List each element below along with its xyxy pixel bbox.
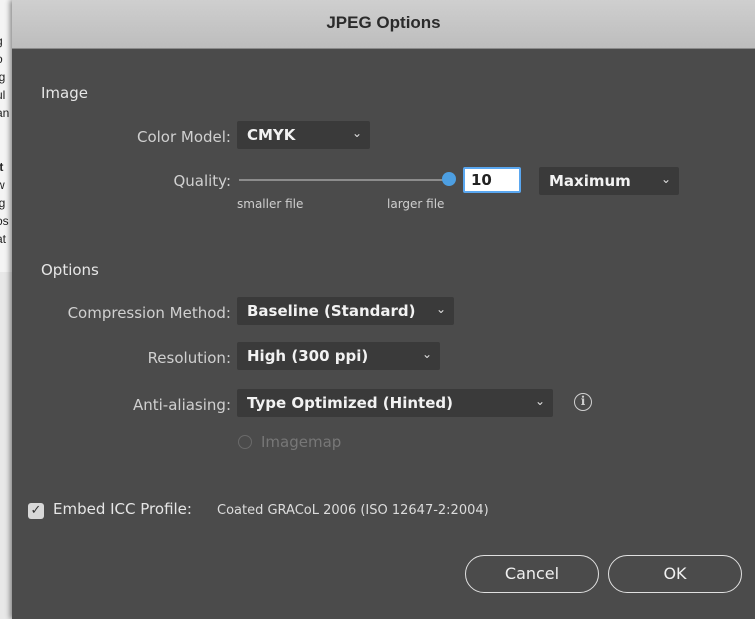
icc-profile-name: Coated GRACoL 2006 (ISO 12647-2:2004): [217, 503, 489, 518]
color-model-value: CMYK: [247, 126, 296, 144]
chevron-down-icon: ⌄: [660, 172, 671, 186]
compression-method-dropdown[interactable]: Baseline (Standard) ⌄: [237, 297, 454, 325]
color-model-label: Color Model:: [136, 128, 231, 146]
options-section-heading: Options: [41, 261, 99, 279]
anti-aliasing-value: Type Optimized (Hinted): [247, 394, 453, 412]
chevron-down-icon: ⌄: [421, 347, 432, 361]
bg-doc-line: an: [0, 106, 10, 120]
anti-aliasing-dropdown[interactable]: Type Optimized (Hinted) ⌄: [237, 389, 553, 417]
resolution-value: High (300 ppi): [247, 347, 369, 365]
title-bar[interactable]: JPEG Options: [12, 0, 755, 49]
chevron-down-icon: ⌄: [351, 126, 362, 140]
cancel-button[interactable]: Cancel: [465, 555, 599, 593]
compression-method-label: Compression Method:: [67, 304, 231, 322]
bg-doc-line: os: [0, 214, 9, 228]
color-model-dropdown[interactable]: CMYK ⌄: [237, 121, 370, 149]
quality-slider-track[interactable]: [239, 179, 451, 181]
bg-doc-line: w: [0, 178, 5, 192]
bg-doc-line: ul: [0, 88, 6, 102]
bg-doc-line: it: [0, 160, 3, 174]
ok-button[interactable]: OK: [608, 555, 742, 593]
imagemap-radio[interactable]: [238, 435, 252, 449]
resolution-label: Resolution:: [147, 349, 231, 367]
quality-preset-dropdown[interactable]: Maximum ⌄: [539, 167, 679, 195]
compression-method-value: Baseline (Standard): [247, 302, 416, 320]
bg-doc-line: at: [0, 232, 7, 246]
quality-input-field[interactable]: [465, 169, 519, 191]
bg-doc-line: ig: [0, 196, 5, 210]
quality-label: Quality:: [173, 172, 231, 190]
resolution-dropdown[interactable]: High (300 ppi) ⌄: [237, 342, 440, 370]
embed-icc-checkbox[interactable]: ✓: [28, 503, 44, 519]
smaller-file-label: smaller file: [237, 197, 304, 211]
bg-doc-line: ig: [0, 70, 5, 84]
image-section-heading: Image: [41, 84, 88, 102]
dialog-title: JPEG Options: [326, 13, 441, 32]
imagemap-label: Imagemap: [261, 433, 342, 451]
larger-file-label: larger file: [387, 197, 445, 211]
embed-icc-label: Embed ICC Profile:: [53, 500, 192, 518]
anti-aliasing-label: Anti-aliasing:: [132, 396, 231, 414]
bg-doc-line: g: [0, 34, 3, 48]
quality-preset-value: Maximum: [549, 172, 631, 190]
info-icon[interactable]: i: [574, 393, 592, 411]
chevron-down-icon: ⌄: [534, 394, 545, 408]
bg-doc-line: o: [0, 52, 3, 66]
quality-slider-knob[interactable]: [442, 172, 456, 186]
quality-input[interactable]: [463, 167, 521, 193]
jpeg-options-dialog: JPEG Options Image Color Model: CMYK ⌄ Q…: [12, 0, 755, 619]
chevron-down-icon: ⌄: [435, 302, 446, 316]
